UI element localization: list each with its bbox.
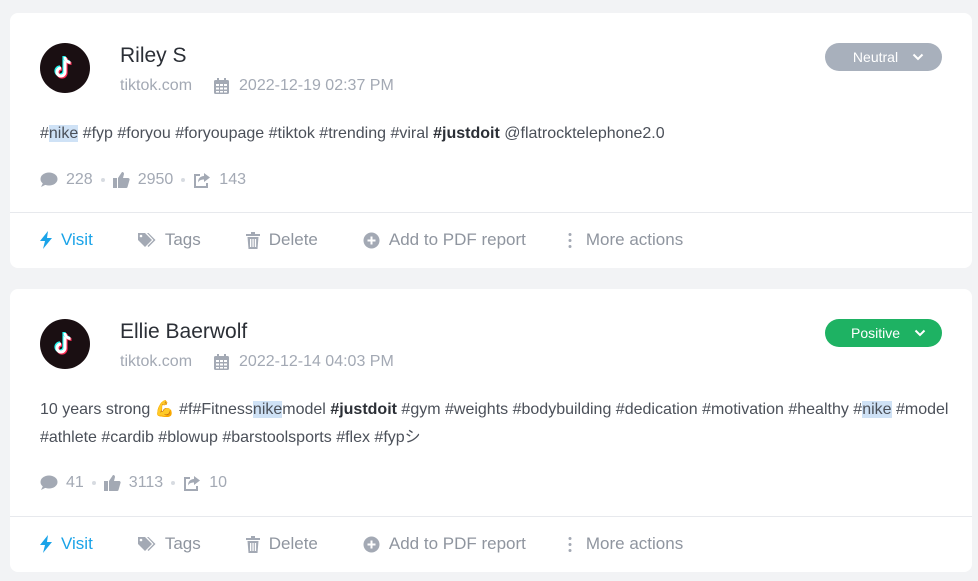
post-text: #nike #fyp #foryou #foryoupage #tiktok #… bbox=[40, 125, 665, 142]
post-date: 2022-12-14 04:03 PM bbox=[214, 353, 394, 371]
sentiment-dropdown[interactable]: Neutral bbox=[825, 43, 942, 71]
chevron-down-icon bbox=[912, 53, 924, 61]
tags-icon bbox=[137, 232, 156, 247]
likes-stat: 2950 bbox=[112, 171, 173, 189]
tiktok-avatar bbox=[40, 319, 90, 369]
tags-button[interactable]: Tags bbox=[137, 534, 201, 554]
separator-dot bbox=[91, 481, 96, 485]
calendar-icon bbox=[214, 354, 230, 370]
sentiment-label: Positive bbox=[850, 325, 901, 341]
engagement-stats: 41 3113 10 bbox=[40, 474, 227, 492]
lightning-icon bbox=[40, 231, 52, 249]
tiktok-logo-icon bbox=[54, 55, 72, 79]
date-text: 2022-12-19 02:37 PM bbox=[239, 77, 394, 94]
delete-button[interactable]: Delete bbox=[245, 534, 318, 554]
thumbs-up-icon bbox=[103, 475, 121, 491]
separator-dot bbox=[181, 178, 186, 182]
post-meta: tiktok.com 2022-12-19 02:37 PM bbox=[120, 77, 394, 95]
sentiment-label: Neutral bbox=[852, 49, 899, 65]
calendar-icon bbox=[214, 78, 230, 94]
divider bbox=[10, 212, 972, 213]
add-to-pdf-button[interactable]: Add to PDF report bbox=[363, 230, 526, 250]
tags-icon bbox=[137, 536, 156, 551]
flexed-biceps-emoji: 💪 bbox=[154, 401, 175, 418]
comment-icon bbox=[40, 475, 58, 490]
source-domain[interactable]: tiktok.com bbox=[120, 353, 192, 371]
post-meta: tiktok.com 2022-12-14 04:03 PM bbox=[120, 353, 394, 371]
more-actions-button[interactable]: More actions bbox=[563, 230, 683, 250]
engagement-stats: 228 2950 143 bbox=[40, 171, 246, 189]
source-domain[interactable]: tiktok.com bbox=[120, 77, 192, 95]
trash-icon bbox=[245, 231, 260, 249]
date-text: 2022-12-14 04:03 PM bbox=[239, 353, 394, 370]
author-name[interactable]: Riley S bbox=[120, 44, 187, 68]
kebab-menu-icon bbox=[568, 232, 572, 248]
sentiment-dropdown[interactable]: Positive bbox=[825, 319, 942, 347]
keyword-highlight: nike bbox=[48, 125, 79, 142]
trash-icon bbox=[245, 535, 260, 553]
comment-icon bbox=[40, 172, 58, 187]
bold-hashtag: #justdoit bbox=[330, 401, 397, 418]
kebab-menu-icon bbox=[568, 536, 572, 552]
mention-card: Riley S tiktok.com 2022-12-19 02:37 PM N… bbox=[10, 13, 972, 268]
post-date: 2022-12-19 02:37 PM bbox=[214, 77, 394, 95]
visit-button[interactable]: Visit bbox=[40, 534, 93, 554]
more-actions-button[interactable]: More actions bbox=[563, 534, 683, 554]
plus-circle-icon bbox=[363, 536, 380, 552]
thumbs-up-icon bbox=[112, 172, 130, 188]
share-icon bbox=[194, 173, 211, 188]
comments-stat: 228 bbox=[40, 171, 93, 189]
separator-dot bbox=[100, 178, 105, 182]
share-icon bbox=[184, 476, 201, 491]
chevron-down-icon bbox=[914, 329, 926, 337]
author-name[interactable]: Ellie Baerwolf bbox=[120, 320, 247, 344]
add-to-pdf-button[interactable]: Add to PDF report bbox=[363, 534, 526, 554]
tiktok-avatar bbox=[40, 43, 90, 93]
visit-button[interactable]: Visit bbox=[40, 230, 93, 250]
separator-dot bbox=[171, 481, 176, 485]
shares-stat: 143 bbox=[193, 171, 246, 189]
comments-stat: 41 bbox=[40, 474, 84, 492]
action-bar: Visit Tags Delete Add to PDF report More… bbox=[40, 230, 728, 250]
delete-button[interactable]: Delete bbox=[245, 230, 318, 250]
mention-card: Ellie Baerwolf tiktok.com 2022-12-14 04:… bbox=[10, 289, 972, 572]
keyword-highlight: nike bbox=[252, 401, 283, 418]
bold-hashtag: #justdoit bbox=[433, 125, 500, 142]
action-bar: Visit Tags Delete Add to PDF report More… bbox=[40, 534, 728, 554]
tags-button[interactable]: Tags bbox=[137, 230, 201, 250]
lightning-icon bbox=[40, 535, 52, 553]
likes-stat: 3113 bbox=[103, 474, 163, 492]
tiktok-logo-icon bbox=[54, 331, 72, 355]
divider bbox=[10, 516, 972, 517]
post-text: 10 years strong 💪 #f#Fitnessnikemodel #j… bbox=[40, 401, 949, 446]
shares-stat: 10 bbox=[183, 474, 227, 492]
plus-circle-icon bbox=[363, 232, 380, 248]
keyword-highlight: nike bbox=[862, 401, 892, 418]
